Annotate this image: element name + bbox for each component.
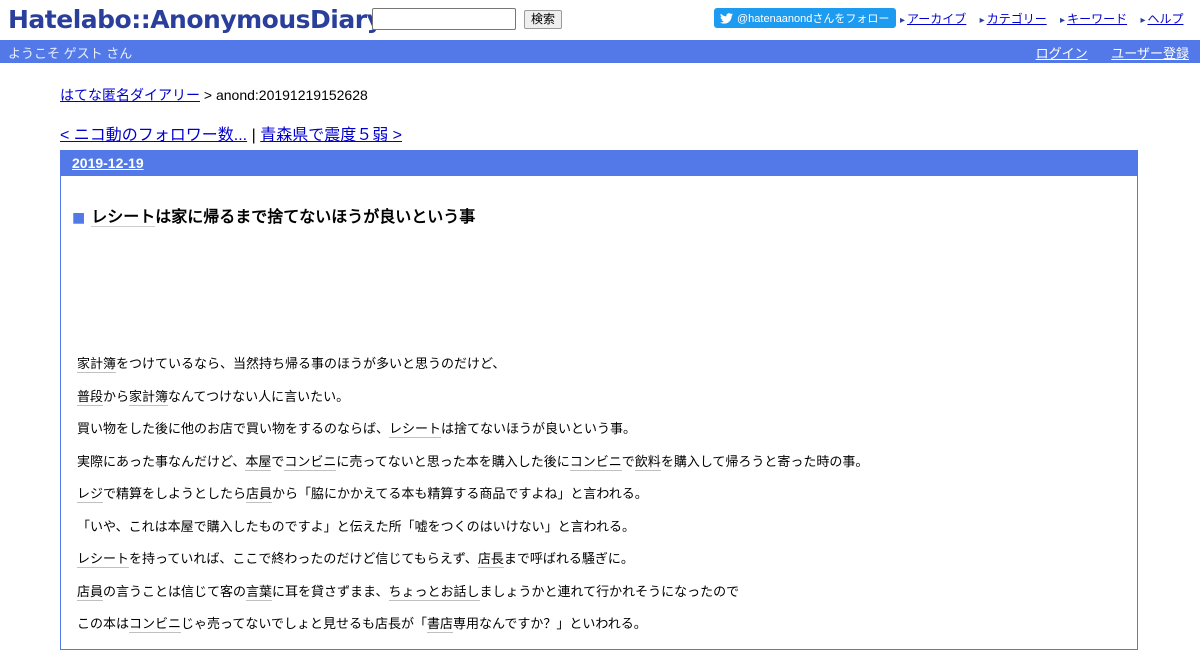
arrow-icon: ▸ <box>979 15 985 26</box>
keyword-link[interactable]: 普段 <box>77 389 104 406</box>
body-paragraph: 店員の言うことは信じて客の言葉に耳を貸さずまま、ちょっとお話しましょうかと連れて… <box>77 577 868 610</box>
twitter-follow-button[interactable]: @hatenaanondさんをフォロー <box>714 8 896 28</box>
body-text-segment: は捨てないほうが良いという事。 <box>441 422 637 437</box>
breadcrumb: はてな匿名ダイアリー > anond:20191219152628 <box>60 85 368 105</box>
body-text-segment: に売ってないと思った本を購入した後に <box>336 454 570 470</box>
breadcrumb-current: anond:20191219152628 <box>215 87 368 103</box>
next-entry-link[interactable]: 青森県で震度５弱 > <box>260 127 402 144</box>
body-text-segment: を持っていれば、ここで終わったのだけど信じてもらえず、 <box>129 552 478 567</box>
body-text-segment: で精算をしようとしたら <box>103 487 247 502</box>
twitter-bird-icon <box>720 12 733 24</box>
search-button[interactable]: 検索 <box>524 10 563 29</box>
keyword-link[interactable]: レジ <box>77 487 104 503</box>
nav-category[interactable]: カテゴリー <box>987 12 1047 26</box>
body-paragraph: レシートを持っていれば、ここで終わったのだけど信じてもらえず、店長まで呼ばれる騒… <box>77 544 868 577</box>
entry-body: 家計簿をつけているなら、当然持ち帰る事のほうが多いと思うのだけど、 普段から家計簿… <box>77 349 868 642</box>
keyword-link[interactable]: コンビニ <box>129 617 182 633</box>
nav-help[interactable]: ヘルプ <box>1147 12 1183 26</box>
keyword-link[interactable]: 店員 <box>246 487 273 503</box>
breadcrumb-separator: > <box>200 87 216 103</box>
nav-archive[interactable]: アーカイブ <box>907 12 966 26</box>
body-text-segment: で <box>621 454 635 470</box>
search-input[interactable] <box>372 8 516 30</box>
keyword-link[interactable]: 言葉 <box>246 584 273 601</box>
title-keyword[interactable]: レシート <box>91 207 156 227</box>
body-text-segment: を購入して帰ろうと寄った時の事。 <box>660 454 869 470</box>
date-link[interactable]: 2019-12-19 <box>72 155 144 171</box>
keyword-link[interactable]: 飲料 <box>634 454 661 471</box>
day-section: 2019-12-19 ■ レシートは家に帰るまで捨てないほうが良いという事 家計簿… <box>60 150 1138 650</box>
body-paragraph: 普段から家計簿なんてつけない人に言いたい。 <box>77 382 868 415</box>
site-logo[interactable]: Hatelabo::AnonymousDiary <box>8 4 383 36</box>
register-link[interactable]: ユーザー登録 <box>1111 46 1189 61</box>
body-text-segment: なんてつけない人に言いたい。 <box>168 389 350 405</box>
keyword-link[interactable]: レシート <box>77 552 130 568</box>
keyword-link[interactable]: 家計簿 <box>77 357 117 373</box>
arrow-icon: ▸ <box>1140 15 1146 26</box>
entry-pager: < ニコ動のフォロワー数... | 青森県で震度５弱 > <box>60 121 402 145</box>
body-paragraph: レジで精算をしようとしたら店員から「脇にかかえてる本も精算する商品ですよね」と言… <box>77 479 868 512</box>
breadcrumb-home[interactable]: はてな匿名ダイアリー <box>60 87 200 103</box>
entry-title: ■ レシートは家に帰るまで捨てないほうが良いという事 <box>72 203 475 227</box>
login-link[interactable]: ログイン <box>1036 46 1088 61</box>
body-paragraph: この本はコンビニじゃ売ってないでしょと見せるも店長が「書店専用なんですか？」とい… <box>77 609 868 642</box>
welcome-text: ようこそ ゲスト さん <box>8 46 133 61</box>
keyword-link[interactable]: ちょっとお話し <box>388 584 480 601</box>
body-text-segment: をつけているなら、当然持ち帰る事のほうが多いと思うのだけど、 <box>116 357 506 372</box>
body-paragraph: 買い物をした後に他のお店で買い物をするのならば、レシートは捨てないほうが良いとい… <box>77 414 868 447</box>
user-bar: ようこそ ゲスト さん ログイン ユーザー登録 <box>0 40 1200 63</box>
account-links: ログイン ユーザー登録 <box>1016 43 1189 62</box>
keyword-link[interactable]: 店長 <box>477 552 504 568</box>
body-text-segment: から <box>103 389 130 405</box>
body-text-segment: で <box>271 454 285 470</box>
keyword-link[interactable]: 書店 <box>427 617 454 633</box>
entry-permalink-icon[interactable]: ■ <box>72 210 85 226</box>
top-nav: ▸ アーカイブ ▸ カテゴリー ▸ キーワード ▸ ヘルプ <box>900 10 1193 27</box>
body-text-segment: の言うことは信じて客の <box>103 584 247 600</box>
title-text: は家に帰るまで捨てないほうが良いという事 <box>155 207 476 226</box>
body-paragraph: 「いや、これは本屋で購入したものですよ」と伝えた所「嘘をつくのはいけない」と言わ… <box>77 512 868 545</box>
arrow-icon: ▸ <box>900 15 906 26</box>
body-text-segment: 「いや、これは本屋で購入したものですよ」と伝えた所「嘘をつくのはいけない」と言わ… <box>77 519 635 535</box>
nav-keyword[interactable]: キーワード <box>1067 12 1127 26</box>
arrow-icon: ▸ <box>1060 15 1066 26</box>
body-text-segment: に耳を貸さずまま、 <box>272 584 389 600</box>
pager-divider: | <box>247 127 261 144</box>
body-text-segment: 買い物をした後に他のお店で買い物をするのならば、 <box>77 422 390 437</box>
keyword-link[interactable]: コンビニ <box>284 454 337 471</box>
prev-entry-link[interactable]: < ニコ動のフォロワー数... <box>60 127 247 144</box>
body-paragraph: 家計簿をつけているなら、当然持ち帰る事のほうが多いと思うのだけど、 <box>77 349 868 382</box>
body-text-segment: ましょうかと連れて行かれそうになったので <box>479 584 740 600</box>
keyword-link[interactable]: 店員 <box>77 584 104 601</box>
day-header: 2019-12-19 <box>61 151 1137 176</box>
keyword-link[interactable]: 家計簿 <box>129 389 169 406</box>
body-text-segment: まで呼ばれる騒ぎに。 <box>503 552 634 567</box>
follow-label: @hatenaanondさんをフォロー <box>737 13 890 25</box>
keyword-link[interactable]: 本屋 <box>245 454 272 471</box>
body-paragraph: 実際にあった事なんだけど、本屋でコンビニに売ってないと思った本を購入した後にコン… <box>77 447 868 480</box>
keyword-link[interactable]: レシート <box>389 422 442 438</box>
body-text-segment: 実際にあった事なんだけど、 <box>77 454 246 470</box>
body-text-segment: から「脇にかかえてる本も精算する商品ですよね」と言われる。 <box>272 487 648 502</box>
top-header: Hatelabo::AnonymousDiary 検索 @hatenaanond… <box>0 0 1200 40</box>
keyword-link[interactable]: コンビニ <box>569 454 622 471</box>
